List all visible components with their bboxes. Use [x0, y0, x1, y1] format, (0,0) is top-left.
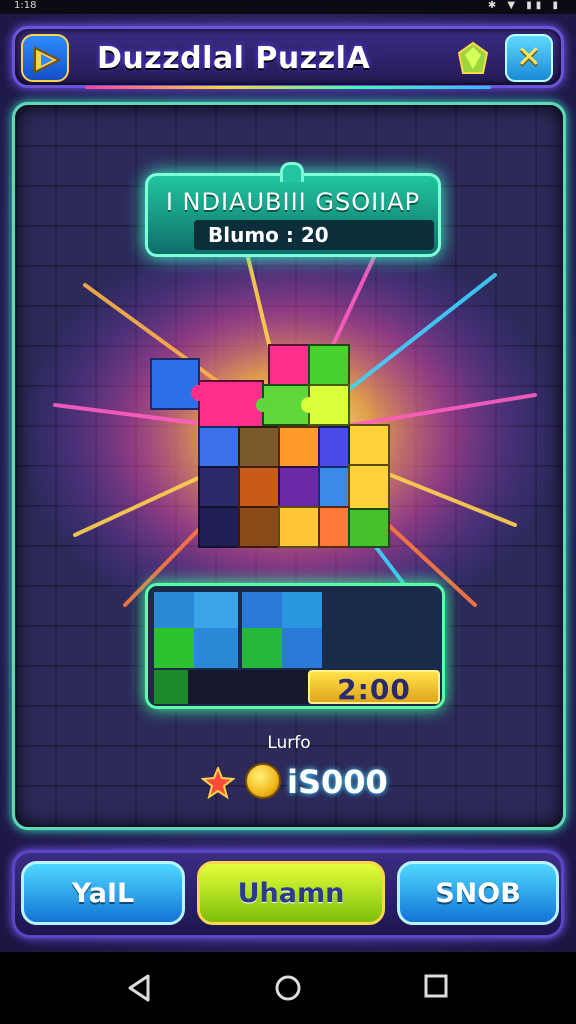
- game-title: Duzzdlal PuzzlA: [97, 41, 371, 76]
- tray-piece[interactable]: [282, 628, 322, 668]
- center-button[interactable]: Uhamn: [197, 861, 385, 925]
- banner-subtitle: Blumo : 20: [194, 220, 434, 250]
- close-icon: ✕: [516, 40, 542, 75]
- button-bar: YaIL Uhamn SNOB: [12, 850, 564, 938]
- tray-piece[interactable]: [194, 628, 238, 668]
- status-time: 1:18: [14, 0, 37, 11]
- timer-value: 2:00: [337, 673, 411, 706]
- banner-tab: [280, 162, 304, 182]
- status-icons: ✱ ▼ ▮▮ ▮: [487, 0, 562, 11]
- score-label: Lurfo: [267, 733, 311, 753]
- home-icon[interactable]: [274, 974, 302, 1002]
- tray-piece[interactable]: [194, 592, 238, 628]
- android-nav-bar: [0, 952, 576, 1024]
- tray-piece[interactable]: [242, 592, 282, 628]
- back-icon[interactable]: [126, 974, 152, 1002]
- status-bar: 1:18 ✱ ▼ ▮▮ ▮: [0, 0, 576, 14]
- tray-piece[interactable]: [242, 628, 282, 668]
- tray-piece[interactable]: [154, 592, 194, 628]
- score-row: iS000: [201, 761, 401, 805]
- game-screen: Duzzdlal PuzzlA ✕ I NDIAUBIII GSOIIAP Bl…: [0, 14, 576, 952]
- close-button[interactable]: ✕: [505, 34, 553, 82]
- left-button[interactable]: YaIL: [21, 861, 185, 925]
- timer-box: 2:00: [308, 670, 440, 706]
- banner-title: I NDIAUBIII GSOIIAP: [165, 188, 421, 216]
- timer-track: [188, 670, 308, 704]
- star-icon: [201, 767, 235, 799]
- right-button[interactable]: SNOB: [397, 861, 559, 925]
- play-icon[interactable]: [21, 34, 69, 82]
- game-board: I NDIAUBIII GSOIIAP Blumo : 20 2:00 Lurf…: [12, 102, 566, 830]
- score-value: iS000: [287, 763, 388, 801]
- gem-icon[interactable]: [453, 39, 493, 79]
- puzzle-stack[interactable]: [145, 341, 395, 561]
- tray-piece[interactable]: [154, 670, 188, 704]
- recents-icon[interactable]: [424, 974, 448, 998]
- tray-piece[interactable]: [154, 628, 194, 668]
- top-bar: Duzzdlal PuzzlA ✕: [12, 26, 564, 89]
- piece-tray[interactable]: 2:00: [145, 583, 445, 709]
- tray-piece[interactable]: [282, 592, 322, 628]
- coin-icon: [245, 763, 281, 799]
- level-banner: I NDIAUBIII GSOIIAP Blumo : 20: [145, 162, 441, 257]
